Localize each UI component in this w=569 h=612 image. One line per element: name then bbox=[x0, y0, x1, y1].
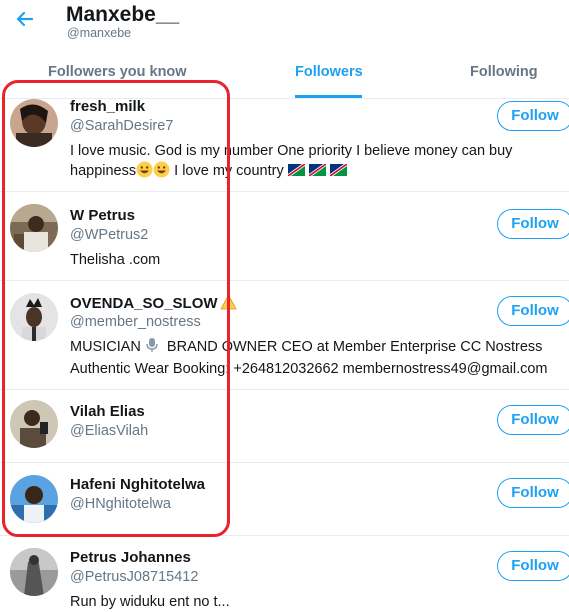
highlight-box bbox=[2, 80, 230, 537]
follow-button[interactable]: Follow bbox=[497, 478, 569, 508]
follow-button[interactable]: Follow bbox=[497, 101, 569, 131]
tab-followers-you-know[interactable]: Followers you know bbox=[48, 64, 187, 80]
follow-button[interactable]: Follow bbox=[497, 209, 569, 239]
tab-following[interactable]: Following bbox=[470, 64, 538, 80]
bio-line: Run by widuku ent no t... bbox=[70, 594, 230, 610]
user-bio: Run by widuku ent no t... bbox=[70, 592, 560, 612]
user-name[interactable]: Petrus Johannes bbox=[70, 549, 191, 566]
list-item[interactable]: Petrus Johannes @PetrusJ08715412 Run by … bbox=[0, 536, 569, 610]
namibia-flag-icon bbox=[329, 162, 347, 176]
profile-handle: @manxebe bbox=[67, 26, 132, 40]
profile-header: Manxebe__ @manxebe bbox=[0, 0, 569, 50]
follow-button[interactable]: Follow bbox=[497, 405, 569, 435]
back-arrow-icon[interactable] bbox=[12, 8, 38, 30]
active-tab-indicator bbox=[295, 95, 362, 98]
tab-followers[interactable]: Followers bbox=[295, 64, 363, 80]
avatar[interactable] bbox=[10, 548, 58, 596]
follow-button[interactable]: Follow bbox=[497, 551, 569, 581]
user-handle[interactable]: @PetrusJ08715412 bbox=[70, 569, 198, 585]
namibia-flag-icon bbox=[308, 162, 326, 176]
follow-button[interactable]: Follow bbox=[497, 296, 569, 326]
profile-name: Manxebe__ bbox=[66, 3, 180, 26]
namibia-flag-icon bbox=[287, 162, 305, 176]
